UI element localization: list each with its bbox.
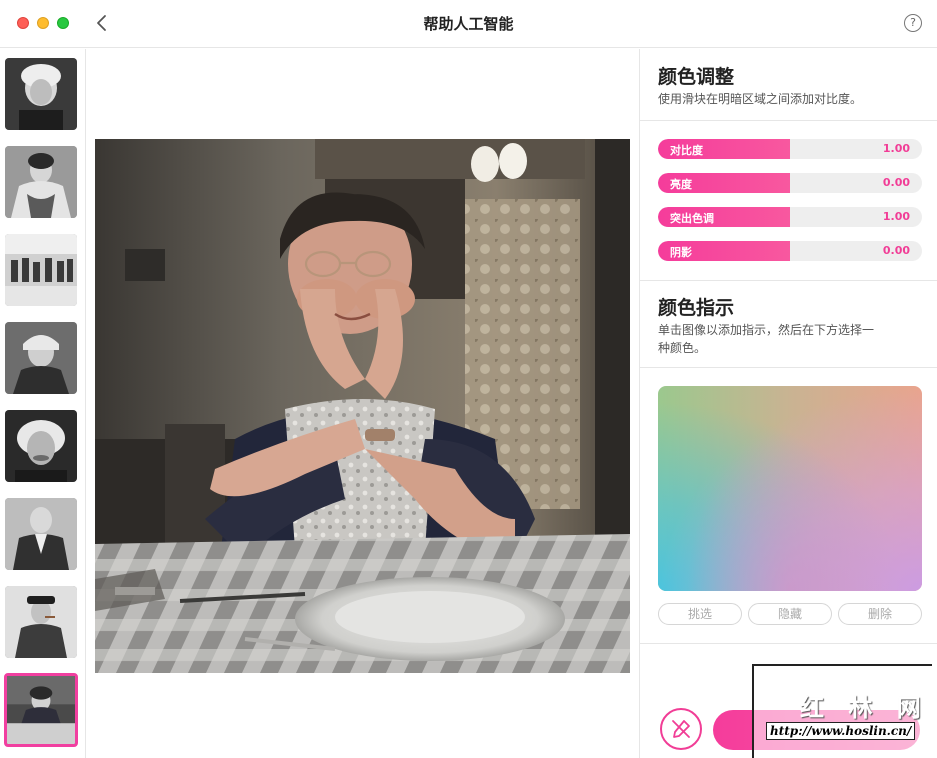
thumbnail-2[interactable] — [5, 146, 77, 218]
hide-button[interactable]: 隐藏 — [748, 603, 832, 625]
thumbnail-7[interactable] — [5, 586, 77, 658]
thumbnail-3[interactable] — [5, 234, 77, 306]
shadow-label: 阴影 — [670, 246, 692, 259]
photo-thumbnail-list — [0, 49, 86, 758]
color-hint-description-line2: 种颜色。 — [658, 341, 707, 355]
highlight-slider[interactable]: 突出色调 1.00 — [658, 207, 922, 227]
shadow-value: 0.00 — [882, 244, 910, 257]
contrast-value: 1.00 — [882, 142, 910, 155]
eraser-pen-button[interactable] — [660, 708, 702, 750]
help-icon[interactable]: ? — [904, 14, 922, 32]
thumbnail-4[interactable] — [5, 322, 77, 394]
highlight-value: 1.00 — [882, 210, 910, 223]
adjustment-panel: 颜色调整 使用滑块在明暗区域之间添加对比度。 对比度 1.00 亮度 0.00 … — [639, 49, 937, 758]
divider — [640, 120, 937, 121]
color-hint-description-line1: 单击图像以添加指示，然后在下方选择一 — [658, 323, 875, 337]
contrast-label: 对比度 — [670, 144, 703, 157]
pen-slash-icon — [672, 720, 690, 738]
contrast-slider[interactable]: 对比度 1.00 — [658, 139, 922, 159]
title-bar: 帮助人工智能 ? — [0, 0, 937, 48]
divider — [640, 643, 937, 644]
color-palette-picker[interactable] — [658, 386, 922, 591]
color-adjust-title: 颜色调整 — [658, 66, 735, 88]
thumbnail-5[interactable] — [5, 410, 77, 482]
thumbnail-6[interactable] — [5, 498, 77, 570]
main-photo-canvas[interactable] — [95, 139, 630, 673]
color-hint-title: 颜色指示 — [658, 297, 735, 319]
watermark-text: 红 林 网 — [800, 693, 929, 722]
window-title: 帮助人工智能 — [423, 15, 514, 33]
brightness-label: 亮度 — [670, 178, 692, 191]
brightness-slider[interactable]: 亮度 0.00 — [658, 173, 922, 193]
color-adjust-description: 使用滑块在明暗区域之间添加对比度。 — [658, 92, 863, 106]
thumbnail-8-selected[interactable] — [4, 673, 78, 747]
delete-button[interactable]: 删除 — [838, 603, 922, 625]
brightness-value: 0.00 — [882, 176, 910, 189]
highlight-label: 突出色调 — [670, 212, 714, 225]
watermark: 红 林 网 http://www.hoslin.cn/ — [752, 664, 932, 758]
watermark-url: http://www.hoslin.cn/ — [766, 722, 916, 740]
shadow-slider[interactable]: 阴影 0.00 — [658, 241, 922, 261]
divider — [640, 367, 937, 368]
pick-button[interactable]: 挑选 — [658, 603, 742, 625]
divider — [640, 280, 937, 281]
thumbnail-1[interactable] — [5, 58, 77, 130]
